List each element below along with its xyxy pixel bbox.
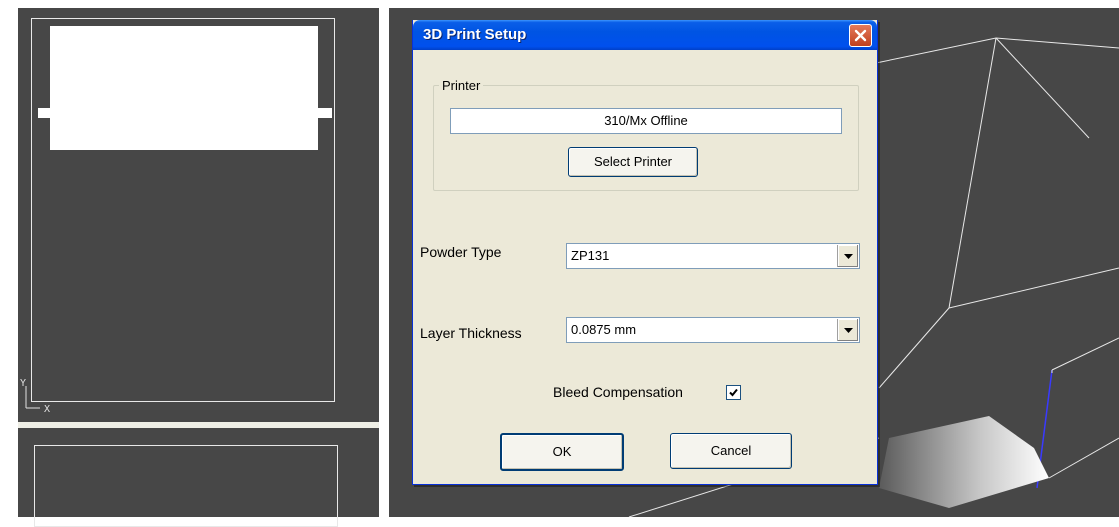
layer-thickness-label: Layer Thickness	[420, 325, 522, 341]
close-icon	[854, 29, 867, 42]
ok-button[interactable]: OK	[500, 433, 624, 471]
printer-group-label: Printer	[439, 78, 484, 93]
powder-type-value: ZP131	[571, 248, 610, 263]
dialog-titlebar[interactable]: 3D Print Setup	[413, 20, 877, 50]
axis-x-label: X	[44, 404, 50, 415]
bleed-compensation-label: Bleed Compensation	[553, 384, 683, 400]
print-setup-dialog: 3D Print Setup Printer 310/Mx Offline Se…	[412, 20, 878, 485]
powder-type-label: Powder Type	[420, 244, 502, 260]
chevron-down-icon	[843, 253, 853, 259]
dialog-title: 3D Print Setup	[423, 26, 527, 43]
sheet-right-tab	[316, 108, 332, 118]
sheet-preview	[50, 26, 318, 150]
powder-type-dropdown-button[interactable]	[837, 245, 858, 267]
layer-thickness-value: 0.0875 mm	[571, 322, 637, 337]
page-frame-bottom	[34, 445, 338, 527]
left-viewport[interactable]: Y X	[18, 8, 379, 422]
axis-y-label: Y	[20, 378, 26, 389]
close-button[interactable]	[849, 24, 872, 47]
chevron-down-icon	[843, 327, 853, 333]
checkmark-icon	[729, 388, 738, 397]
select-printer-button[interactable]: Select Printer	[568, 147, 698, 177]
left-bottom-viewport[interactable]	[18, 428, 379, 527]
axis-indicator-icon: Y X	[18, 378, 58, 418]
printer-status-field: 310/Mx Offline	[450, 108, 842, 134]
layer-thickness-dropdown-button[interactable]	[837, 319, 858, 341]
powder-type-select[interactable]: ZP131	[566, 243, 860, 269]
bleed-compensation-checkbox[interactable]	[726, 385, 741, 400]
viewport-splitter-vertical[interactable]	[379, 0, 389, 517]
layer-thickness-select[interactable]: 0.0875 mm	[566, 317, 860, 343]
cancel-button[interactable]: Cancel	[670, 433, 792, 469]
